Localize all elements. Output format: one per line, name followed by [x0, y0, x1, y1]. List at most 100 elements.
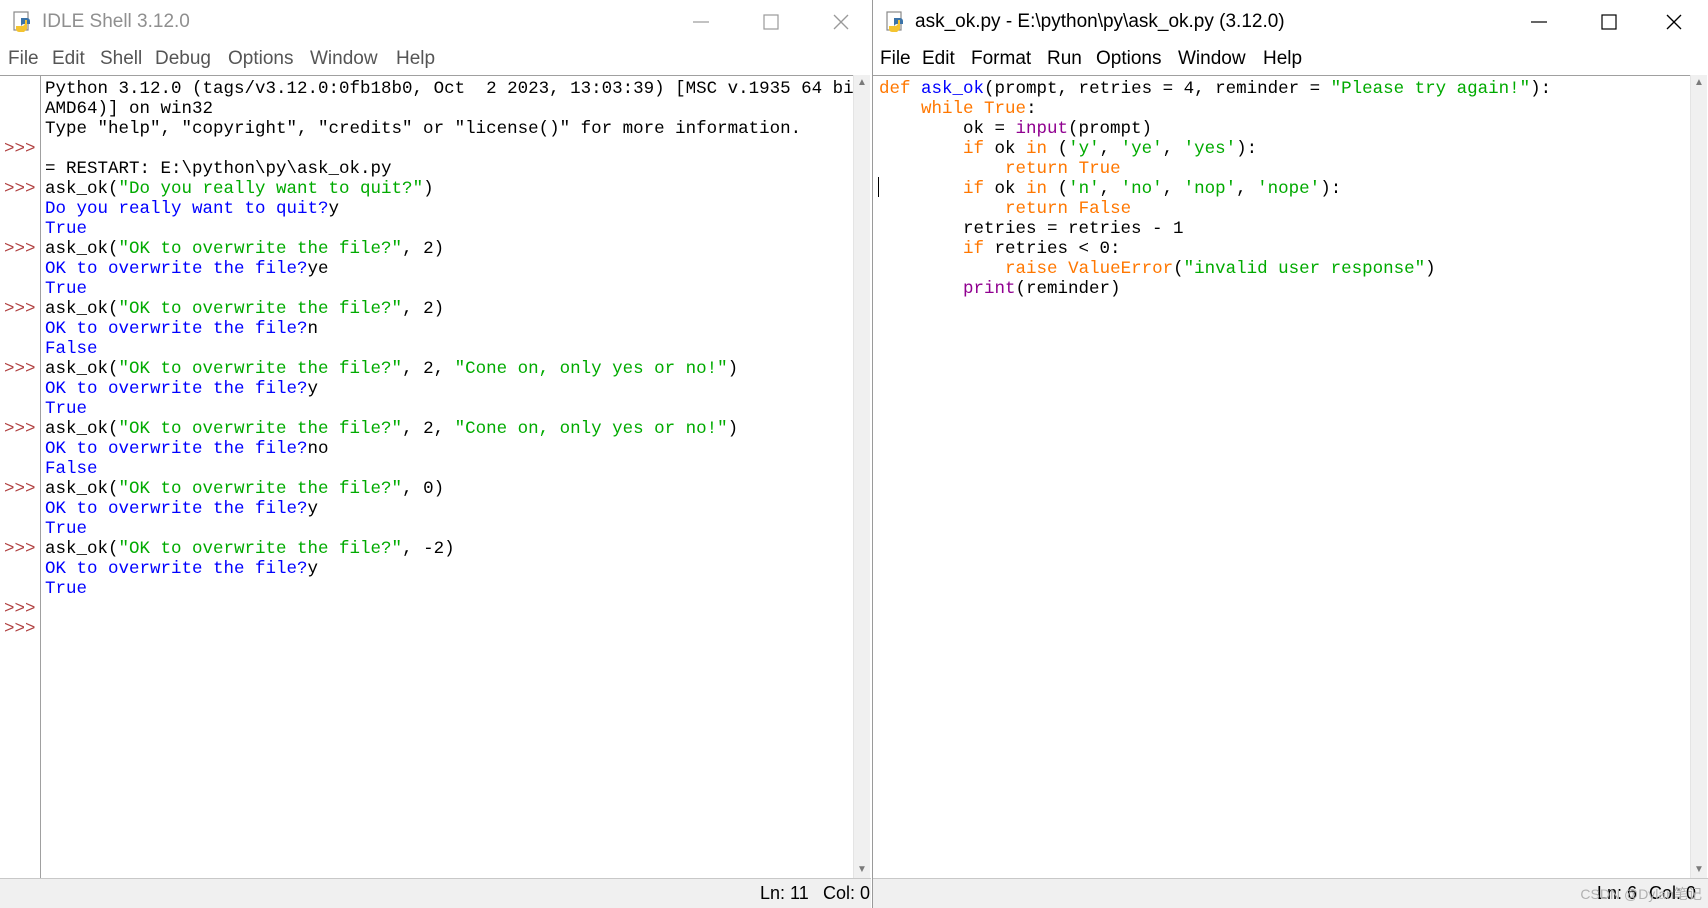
menu-window[interactable]: Window [310, 47, 378, 71]
menu-shell[interactable]: Shell [100, 47, 142, 71]
shell-titlebar[interactable]: IDLE Shell 3.12.0 [0, 0, 871, 44]
shell-prompt: >>> [4, 539, 36, 559]
code-token: "OK to overwrite the file?" [118, 539, 403, 559]
menu-format[interactable]: Format [971, 47, 1031, 71]
watermark: CSDN @Dylan笔记 [1580, 886, 1702, 902]
code-token: AMD64)] on win32 [45, 99, 214, 119]
menu-help[interactable]: Help [396, 47, 435, 71]
code-line: = RESTART: E:\python\py\ask_ok.py [45, 159, 392, 179]
code-token: , [1099, 139, 1121, 159]
editor-text-area[interactable]: def ask_ok(prompt, retries = 4, reminder… [873, 75, 1690, 879]
code-line: OK to overwrite the file?y [45, 499, 318, 519]
code-line: AMD64)] on win32 [45, 99, 213, 119]
close-icon [833, 14, 849, 30]
code-token: ) [727, 419, 739, 439]
code-token: "Cone on, only yes or no!" [454, 359, 728, 379]
editor-titlebar[interactable]: ask_ok.py - E:\python\py\ask_ok.py (3.12… [873, 0, 1708, 44]
code-line: retries = retries - 1 [879, 219, 1184, 239]
code-token: True [1078, 159, 1121, 179]
line-number: Ln: 11 [760, 883, 809, 903]
code-token: True [45, 579, 88, 599]
code-line: Python 3.12.0 (tags/v3.12.0:0fb18b0, Oct… [45, 79, 871, 99]
code-token: "OK to overwrite the file?" [118, 239, 403, 259]
code-token: print [963, 279, 1016, 299]
maximize-button[interactable] [736, 0, 806, 44]
code-line: True [45, 579, 87, 599]
code-token: Do you really want to quit? [45, 199, 329, 219]
menu-file[interactable]: File [8, 47, 39, 71]
code-token: OK to overwrite the file? [45, 319, 308, 339]
code-line: if ok in ('n', 'no', 'nop', 'nope'): [879, 179, 1341, 199]
code-token: True [45, 519, 88, 539]
scroll-up-icon[interactable]: ▲ [1694, 78, 1704, 88]
menu-file[interactable]: File [880, 47, 911, 71]
close-button[interactable] [806, 0, 871, 44]
shell-prompt: >>> [4, 479, 36, 499]
menu-edit[interactable]: Edit [52, 47, 85, 71]
shell-text-area[interactable]: Python 3.12.0 (tags/v3.12.0:0fb18b0, Oct… [41, 75, 864, 879]
scroll-down-icon[interactable]: ▼ [857, 865, 867, 875]
code-token: "OK to overwrite the file?" [118, 359, 403, 379]
menu-run[interactable]: Run [1047, 47, 1082, 71]
menu-options[interactable]: Options [228, 47, 293, 71]
code-line: OK to overwrite the file?y [45, 559, 318, 579]
code-line: while True: [879, 99, 1037, 119]
code-line: True [45, 519, 87, 539]
code-token: in [1026, 179, 1048, 199]
code-token: , 2, [402, 419, 455, 439]
code-token: y [307, 559, 319, 579]
scroll-up-icon[interactable]: ▲ [857, 78, 867, 88]
code-token: ValueError [1068, 259, 1174, 279]
menu-edit[interactable]: Edit [922, 47, 955, 71]
menu-debug[interactable]: Debug [155, 47, 211, 71]
minimize-button[interactable] [666, 0, 736, 44]
code-token: in [1026, 139, 1048, 159]
python-file-icon [886, 11, 903, 32]
close-button[interactable] [1639, 0, 1708, 44]
code-token: return [1005, 199, 1069, 219]
code-token: if [963, 139, 985, 159]
code-token: if [963, 239, 985, 259]
code-token: Python 3.12.0 (tags/v3.12.0:0fb18b0, Oct… [45, 79, 871, 99]
editor-vertical-scrollbar[interactable]: ▲ ▼ [1690, 75, 1707, 879]
shell-vertical-scrollbar[interactable]: ▲ ▼ [853, 75, 870, 879]
code-token: (reminder) [1015, 279, 1121, 299]
code-token: 'ye' [1120, 139, 1163, 159]
shell-menubar: File Edit Shell Debug Options Window Hel… [0, 44, 871, 74]
code-line: OK to overwrite the file?no [45, 439, 329, 459]
code-line: ask_ok("OK to overwrite the file?", 2) [45, 299, 444, 319]
code-line: ask_ok("Do you really want to quit?") [45, 179, 434, 199]
scroll-down-icon[interactable]: ▼ [1694, 865, 1704, 875]
code-token: True [45, 219, 88, 239]
shell-prompt: >>> [4, 619, 36, 639]
code-token: "OK to overwrite the file?" [118, 299, 403, 319]
code-token: = RESTART: E:\python\py\ask_ok.py [45, 159, 392, 179]
code-token: ask_ok( [45, 299, 119, 319]
code-token: OK to overwrite the file? [45, 379, 308, 399]
code-token: retries = retries - 1 [879, 219, 1184, 239]
window-title: ask_ok.py - E:\python\py\ask_ok.py (3.12… [915, 11, 1285, 32]
minimize-button[interactable] [1504, 0, 1574, 44]
code-token: False [45, 459, 98, 479]
maximize-button[interactable] [1574, 0, 1644, 44]
code-token: ( [1047, 139, 1069, 159]
code-line: if ok in ('y', 'ye', 'yes'): [879, 139, 1257, 159]
code-token: "Do you really want to quit?" [118, 179, 424, 199]
shell-prompt: >>> [4, 599, 36, 619]
column-number: Col: 0 [823, 883, 871, 903]
minimize-icon [1531, 21, 1547, 23]
menu-help[interactable]: Help [1263, 47, 1302, 71]
shell-prompt: >>> [4, 139, 36, 159]
python-idle-icon [13, 11, 30, 32]
menu-options[interactable]: Options [1096, 47, 1161, 71]
code-line: True [45, 219, 87, 239]
code-line: False [45, 459, 98, 479]
shell-prompt: >>> [4, 299, 36, 319]
menu-window[interactable]: Window [1178, 47, 1246, 71]
